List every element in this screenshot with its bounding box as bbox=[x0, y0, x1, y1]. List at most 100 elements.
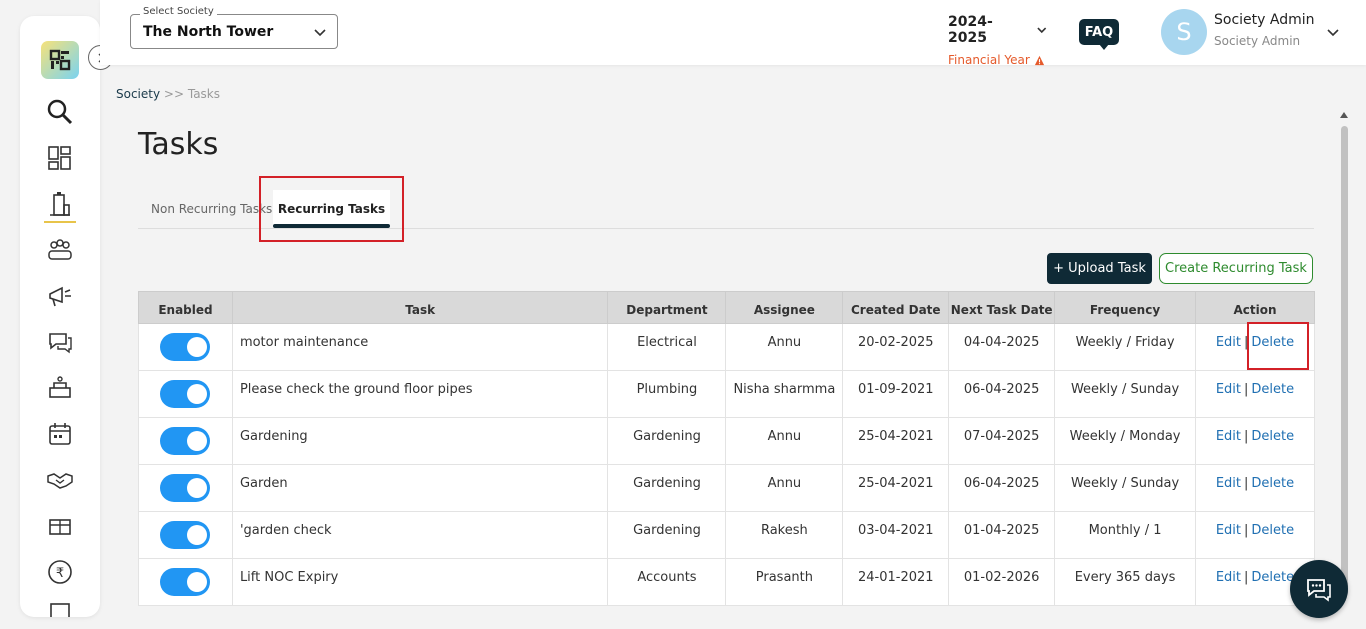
table-row: Please check the ground floor pipes Plum… bbox=[138, 370, 1315, 418]
user-role: Society Admin bbox=[1214, 34, 1301, 48]
created-date-cell: 03-04-2021 bbox=[842, 511, 950, 559]
society-select-label: Select Society bbox=[140, 6, 217, 17]
user-name: Society Admin bbox=[1214, 12, 1315, 28]
calendar-icon[interactable] bbox=[46, 420, 74, 448]
department-cell: Accounts bbox=[607, 558, 727, 606]
dashboard-icon[interactable] bbox=[46, 144, 74, 172]
active-indicator bbox=[44, 221, 76, 223]
column-header: Assignee bbox=[725, 291, 844, 324]
residents-icon[interactable] bbox=[46, 236, 74, 264]
highlight-box-recurring-tab bbox=[259, 176, 404, 242]
next-task-date-cell: 07-04-2025 bbox=[948, 417, 1056, 465]
delete-link[interactable]: Delete bbox=[1251, 382, 1294, 397]
financial-year-selector[interactable]: 2024-2025 Financial Year bbox=[948, 14, 1048, 67]
table-header-row: Enabled Task Department Assignee Created… bbox=[138, 291, 1315, 324]
search-icon[interactable] bbox=[46, 98, 74, 126]
task-cell: Please check the ground floor pipes bbox=[231, 370, 609, 418]
column-header: Frequency bbox=[1054, 291, 1196, 324]
edit-link[interactable]: Edit bbox=[1216, 335, 1241, 350]
next-task-date-cell: 06-04-2025 bbox=[948, 464, 1056, 512]
table-row: 'garden check Gardening Rakesh 03-04-202… bbox=[138, 511, 1315, 559]
created-date-cell: 01-09-2021 bbox=[842, 370, 950, 418]
document-icon[interactable] bbox=[46, 600, 74, 617]
chevron-down-icon bbox=[1037, 27, 1047, 34]
scroll-thumb[interactable] bbox=[1341, 126, 1348, 596]
avatar[interactable]: S bbox=[1161, 9, 1207, 55]
edit-link[interactable]: Edit bbox=[1216, 429, 1241, 444]
action-separator: | bbox=[1244, 476, 1249, 491]
upload-task-button[interactable]: + Upload Task bbox=[1047, 253, 1152, 284]
action-separator: | bbox=[1244, 523, 1249, 538]
delete-link[interactable]: Delete bbox=[1251, 429, 1294, 444]
created-date-cell: 24-01-2021 bbox=[842, 558, 950, 606]
create-recurring-task-button[interactable]: Create Recurring Task bbox=[1159, 253, 1313, 284]
edit-link[interactable]: Edit bbox=[1216, 476, 1241, 491]
enabled-toggle[interactable] bbox=[160, 427, 211, 455]
announcement-icon[interactable] bbox=[46, 282, 74, 310]
page-title: Tasks bbox=[138, 127, 219, 162]
highlight-box-delete bbox=[1247, 322, 1309, 370]
enabled-toggle[interactable] bbox=[160, 333, 211, 361]
breadcrumb-current: Tasks bbox=[187, 87, 221, 101]
table-row: Garden Gardening Annu 25-04-2021 06-04-2… bbox=[138, 464, 1315, 512]
department-cell: Gardening bbox=[607, 464, 727, 512]
column-header: Next Task Date bbox=[948, 291, 1056, 324]
assignee-cell: Annu bbox=[725, 323, 844, 371]
task-cell: Gardening bbox=[231, 417, 609, 465]
frequency-cell: Every 365 days bbox=[1054, 558, 1196, 606]
handshake-icon[interactable] bbox=[46, 466, 74, 494]
column-header: Created Date bbox=[842, 291, 950, 324]
delete-link[interactable]: Delete bbox=[1251, 476, 1294, 491]
department-cell: Gardening bbox=[607, 417, 727, 465]
edit-link[interactable]: Edit bbox=[1216, 382, 1241, 397]
column-header: Enabled bbox=[138, 291, 233, 324]
edit-link[interactable]: Edit bbox=[1216, 570, 1241, 585]
created-date-cell: 25-04-2021 bbox=[842, 464, 950, 512]
table-row: Lift NOC Expiry Accounts Prasanth 24-01-… bbox=[138, 558, 1315, 606]
created-date-cell: 20-02-2025 bbox=[842, 323, 950, 371]
enabled-toggle[interactable] bbox=[160, 474, 211, 502]
column-header: Action bbox=[1195, 291, 1315, 324]
department-cell: Electrical bbox=[607, 323, 727, 371]
app-logo-icon[interactable] bbox=[41, 41, 79, 79]
frequency-cell: Weekly / Friday bbox=[1054, 323, 1196, 371]
action-separator: | bbox=[1244, 382, 1249, 397]
table-row: Gardening Gardening Annu 25-04-2021 07-0… bbox=[138, 417, 1315, 465]
created-date-cell: 25-04-2021 bbox=[842, 417, 950, 465]
delete-link[interactable]: Delete bbox=[1251, 570, 1294, 585]
action-separator: | bbox=[1244, 429, 1249, 444]
sidebar: ₹ bbox=[20, 16, 100, 617]
society-select-value: The North Tower bbox=[143, 24, 274, 40]
user-menu-chevron-icon[interactable] bbox=[1326, 26, 1340, 40]
task-cell: 'garden check bbox=[231, 511, 609, 559]
assignee-cell: Rakesh bbox=[725, 511, 844, 559]
financial-year-label: Financial Year bbox=[948, 53, 1030, 67]
next-task-date-cell: 06-04-2025 bbox=[948, 370, 1056, 418]
enabled-toggle[interactable] bbox=[160, 380, 211, 408]
society-select[interactable]: Select Society The North Tower bbox=[130, 6, 338, 49]
breadcrumb-society-link[interactable]: Society bbox=[116, 87, 160, 101]
tab-non-recurring-tasks[interactable]: Non Recurring Tasks bbox=[151, 190, 272, 228]
chat-icon[interactable] bbox=[46, 328, 74, 356]
facility-icon[interactable] bbox=[46, 374, 74, 402]
action-cell: Edit | Delete bbox=[1195, 417, 1315, 465]
department-cell: Gardening bbox=[607, 511, 727, 559]
enabled-cell bbox=[138, 511, 233, 559]
enabled-toggle[interactable] bbox=[160, 568, 211, 596]
next-task-date-cell: 01-04-2025 bbox=[948, 511, 1056, 559]
scroll-up-arrow-icon[interactable] bbox=[1340, 112, 1348, 118]
building-icon[interactable] bbox=[46, 190, 74, 218]
rupee-icon[interactable]: ₹ bbox=[46, 558, 74, 586]
breadcrumb-separator: >> bbox=[163, 87, 185, 101]
frequency-cell: Weekly / Sunday bbox=[1054, 370, 1196, 418]
edit-link[interactable]: Edit bbox=[1216, 523, 1241, 538]
faq-button[interactable]: FAQ bbox=[1079, 19, 1119, 50]
delete-link[interactable]: Delete bbox=[1251, 523, 1294, 538]
action-separator: | bbox=[1244, 570, 1249, 585]
page-scrollbar[interactable] bbox=[1338, 110, 1350, 629]
enabled-toggle[interactable] bbox=[160, 521, 211, 549]
enabled-cell bbox=[138, 558, 233, 606]
chevron-down-icon bbox=[314, 29, 326, 37]
chat-support-button[interactable] bbox=[1290, 560, 1348, 618]
parcel-icon[interactable] bbox=[46, 512, 74, 540]
